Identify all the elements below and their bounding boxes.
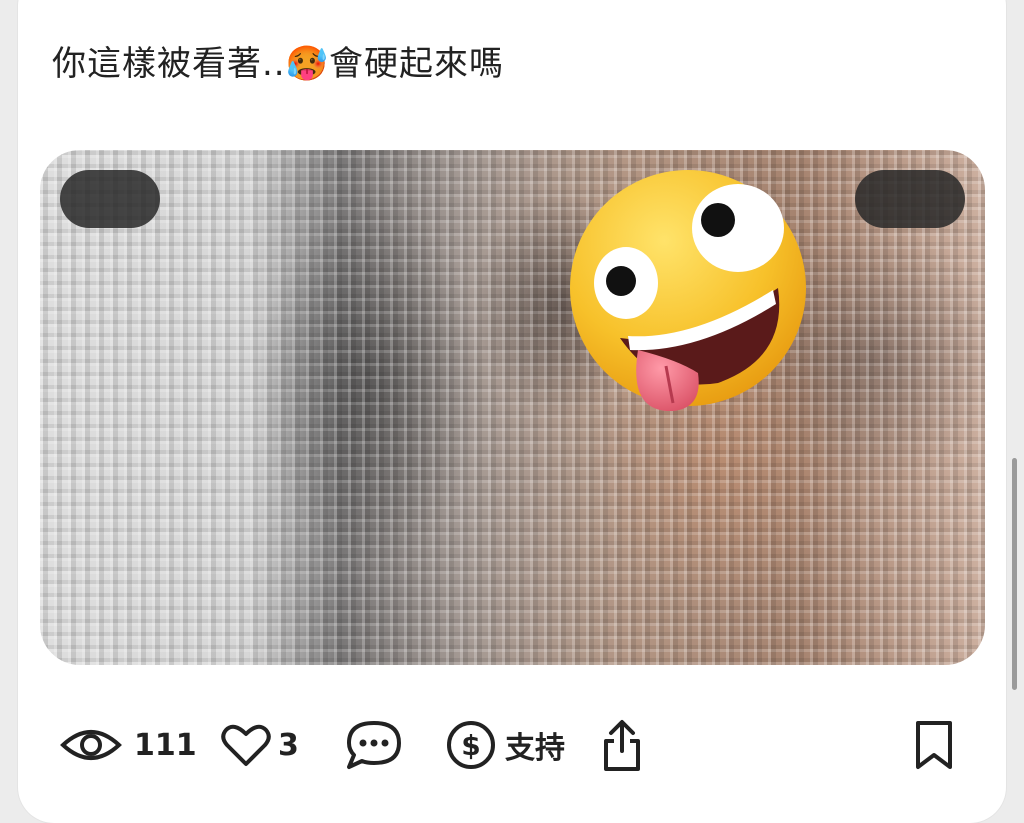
views-count: 111 (134, 727, 197, 763)
svg-text:$: $ (461, 729, 480, 762)
image-overlay-chip-right (855, 170, 965, 228)
share-button[interactable] (600, 710, 644, 780)
bookmark-button[interactable] (912, 710, 956, 780)
post-image[interactable] (40, 150, 985, 665)
zany-face-sticker (570, 170, 806, 412)
image-overlay-chip-left (60, 170, 160, 228)
hot-face-emoji: 🥵 (285, 44, 329, 84)
support-label: 支持 (505, 731, 565, 766)
post-text: 你這樣被看著..🥵會硬起來嗎 (52, 36, 504, 85)
comment-icon (347, 721, 401, 769)
heart-icon (221, 724, 271, 766)
bookmark-icon (916, 721, 952, 769)
views-button[interactable]: 111 (60, 710, 197, 780)
dollar-circle-icon: $ (447, 721, 495, 769)
like-button[interactable]: 3 (220, 710, 299, 780)
support-button[interactable]: $ 支持 (445, 710, 565, 780)
share-icon (604, 720, 640, 771)
post-text-part-1: 你這樣被看著.. (52, 44, 286, 84)
eye-icon (60, 730, 122, 760)
likes-count: 3 (278, 727, 299, 763)
scrollbar[interactable] (1012, 458, 1017, 690)
glass-blur-filter (40, 150, 985, 665)
comment-button[interactable] (345, 710, 403, 780)
post-text-part-2: 會硬起來嗎 (328, 44, 504, 84)
action-bar: 111 3 $ 支持 (0, 710, 988, 780)
